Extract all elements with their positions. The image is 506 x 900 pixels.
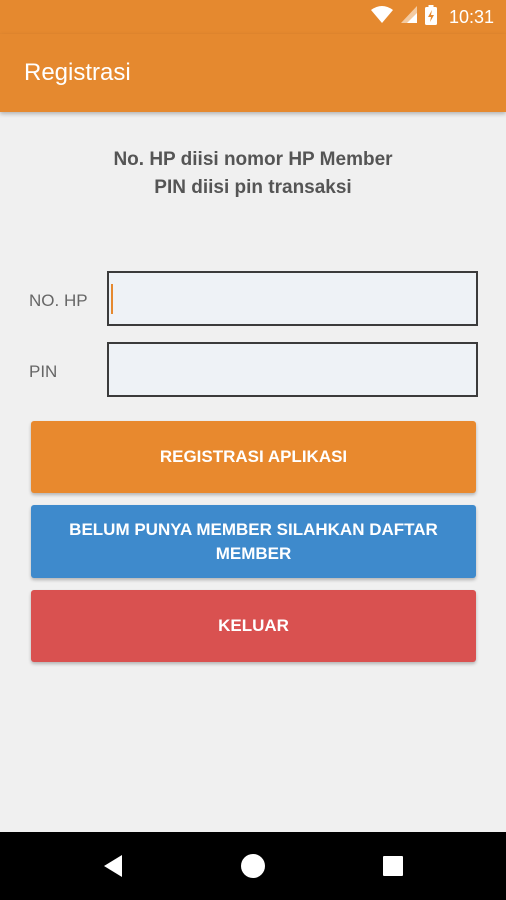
phone-input[interactable]	[107, 271, 478, 326]
phone-label: NO. HP	[29, 291, 88, 310]
pin-label: PIN	[29, 362, 58, 381]
text-cursor	[111, 284, 113, 314]
pin-input[interactable]	[107, 342, 478, 397]
register-member-button[interactable]: BELUM PUNYA MEMBER SILAHKAN DAFTAR MEMBE…	[31, 505, 476, 578]
register-app-button-label: REGISTRASI APLIKASI	[159, 447, 348, 466]
wifi-icon	[370, 5, 393, 29]
register-app-button[interactable]: REGISTRASI APLIKASI	[31, 421, 476, 493]
cell-signal-icon	[400, 6, 417, 28]
instruction-line-pin: PIN diisi pin transaksi	[154, 177, 352, 198]
recents-icon[interactable]	[376, 849, 410, 883]
app-bar: Registrasi	[0, 34, 506, 112]
status-time: 10:31	[448, 7, 494, 27]
exit-button[interactable]: KELUAR	[31, 590, 476, 662]
home-icon[interactable]	[236, 849, 270, 883]
register-member-button-label: BELUM PUNYA MEMBER SILAHKAN DAFTAR MEMBE…	[69, 519, 438, 563]
instructions-text: No. HP diisi nomor HP Member PIN diisi p…	[0, 146, 506, 202]
back-icon[interactable]	[96, 849, 130, 883]
exit-button-label: KELUAR	[218, 616, 289, 635]
status-icons: 10:31	[370, 4, 494, 30]
navigation-bar	[0, 832, 506, 900]
status-bar: 10:31	[0, 0, 506, 34]
instruction-line-phone: No. HP diisi nomor HP Member	[113, 149, 393, 170]
battery-charging-icon	[424, 4, 437, 30]
page-title: Registrasi	[24, 59, 131, 86]
